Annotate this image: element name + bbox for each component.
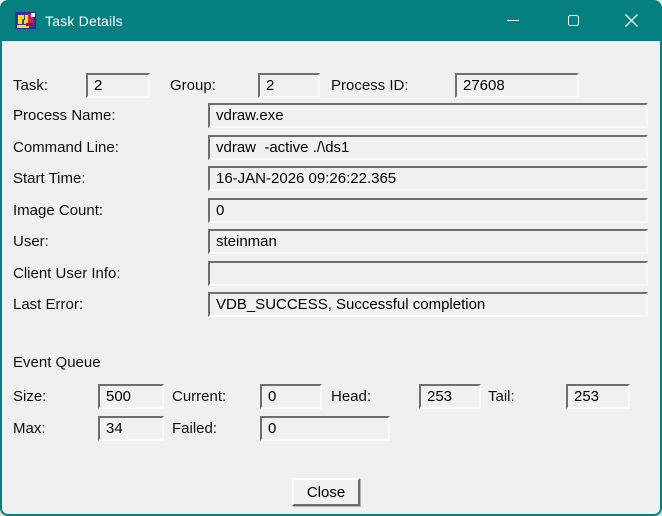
process-id-label: Process ID: [331,73,409,98]
user-label: User: [13,229,49,254]
app-icon [14,10,37,31]
titlebar: Task Details [0,0,662,41]
head-field[interactable]: 253 [419,384,481,409]
max-field[interactable]: 34 [98,416,164,441]
failed-field[interactable]: 0 [260,416,390,441]
last-error-label: Last Error: [13,292,83,317]
current-field[interactable]: 0 [260,384,322,409]
command-line-label: Command Line: [13,135,119,160]
dialog-body: Task: 2 Group: 2 Process ID: 27608 Proce… [2,41,660,514]
close-icon [625,14,638,27]
maximize-icon [568,15,579,26]
group-label: Group: [170,73,216,98]
process-name-field[interactable]: vdraw.exe [208,103,648,128]
task-details-window: Task Details Task: 2 Group: 2 Process ID… [0,0,662,516]
size-label: Size: [13,384,46,409]
last-error-field[interactable]: VDB_SUCCESS, Successful completion [208,292,648,317]
image-count-field[interactable]: 0 [208,198,648,223]
task-field[interactable]: 2 [86,73,150,98]
failed-label: Failed: [172,416,217,441]
process-name-label: Process Name: [13,103,116,128]
client-user-info-label: Client User Info: [13,261,121,286]
client-user-info-field[interactable] [208,261,648,286]
current-label: Current: [172,384,226,409]
close-window-button[interactable] [608,0,654,41]
tail-field[interactable]: 253 [566,384,630,409]
task-label: Task: [13,73,48,98]
close-button[interactable]: Close [292,478,360,506]
command-line-field[interactable]: vdraw -active ./\ds1 [208,135,648,160]
size-field[interactable]: 500 [98,384,164,409]
maximize-button[interactable] [550,0,596,41]
group-field[interactable]: 2 [258,73,320,98]
minimize-button[interactable] [490,0,536,41]
max-label: Max: [13,416,46,441]
image-count-label: Image Count: [13,198,103,223]
head-label: Head: [331,384,371,409]
minimize-icon [507,20,519,21]
start-time-field[interactable]: 16-JAN-2026 09:26:22.365 [208,166,648,191]
start-time-label: Start Time: [13,166,86,191]
process-id-field[interactable]: 27608 [455,73,579,98]
event-queue-heading: Event Queue [13,352,101,374]
tail-label: Tail: [488,384,515,409]
window-title: Task Details [45,13,123,29]
user-field[interactable]: steinman [208,229,648,254]
